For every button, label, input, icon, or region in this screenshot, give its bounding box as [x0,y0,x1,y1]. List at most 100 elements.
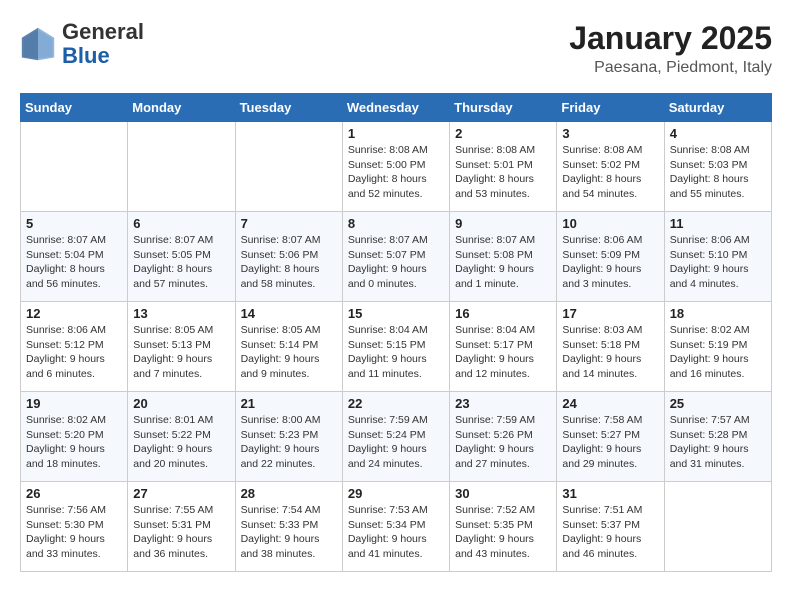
day-info: Sunrise: 8:02 AM Sunset: 5:20 PM Dayligh… [26,413,122,472]
weekday-header: Wednesday [342,94,449,122]
day-info: Sunrise: 8:07 AM Sunset: 5:07 PM Dayligh… [348,233,444,292]
day-info: Sunrise: 8:00 AM Sunset: 5:23 PM Dayligh… [241,413,337,472]
day-number: 10 [562,216,658,231]
calendar-cell: 29Sunrise: 7:53 AM Sunset: 5:34 PM Dayli… [342,482,449,572]
day-info: Sunrise: 7:51 AM Sunset: 5:37 PM Dayligh… [562,503,658,562]
calendar-cell: 19 Sunrise: 8:02 AM Sunset: 5:20 PM Dayli… [21,392,128,482]
day-number: 19 [26,396,122,411]
day-number: 22 [348,396,444,411]
calendar-cell: 3 Sunrise: 8:08 AM Sunset: 5:02 PM Daylig… [557,122,664,212]
day-info: Sunrise: 7:57 AM Sunset: 5:28 PM Dayligh… [670,413,766,472]
calendar-cell: 21 Sunrise: 8:00 AM Sunset: 5:23 PM Dayli… [235,392,342,482]
day-info: Sunrise: 8:06 AM Sunset: 5:12 PM Dayligh… [26,323,122,382]
calendar-cell: 31 Sunrise: 7:51 AM Sunset: 5:37 PM Dayli… [557,482,664,572]
calendar-cell [664,482,771,572]
calendar-cell: 5 Sunrise: 8:07 AM Sunset: 5:04 PM Daylig… [21,212,128,302]
weekday-header: Tuesday [235,94,342,122]
calendar-cell: 24 Sunrise: 7:58 AM Sunset: 5:27 PM Dayli… [557,392,664,482]
calendar-table: SundayMondayTuesdayWednesdayThursdayFrid… [20,93,772,572]
calendar-cell: 7 Sunrise: 8:07 AM Sunset: 5:06 PM Daylig… [235,212,342,302]
day-number: 23 [455,396,551,411]
weekday-header: Sunday [21,94,128,122]
calendar-cell [235,122,342,212]
day-number: 29 [348,486,444,501]
day-info: Sunrise: 8:07 AM Sunset: 5:06 PM Dayligh… [241,233,337,292]
day-info: Sunrise: 7:59 AM Sunset: 5:26 PM Dayligh… [455,413,551,472]
calendar-cell: 28 Sunrise: 7:54 AM Sunset: 5:33 PM Dayli… [235,482,342,572]
day-info: Sunrise: 8:08 AM Sunset: 5:02 PM Dayligh… [562,143,658,202]
calendar-cell: 18 Sunrise: 8:02 AM Sunset: 5:19 PM Dayli… [664,302,771,392]
calendar-cell: 16 Sunrise: 8:04 AM Sunset: 5:17 PM Dayli… [450,302,557,392]
calendar-cell: 1 Sunrise: 8:08 AM Sunset: 5:00 PM Daylig… [342,122,449,212]
calendar-cell [128,122,235,212]
calendar-cell: 4 Sunrise: 8:08 AM Sunset: 5:03 PM Daylig… [664,122,771,212]
calendar-week-row: 1 Sunrise: 8:08 AM Sunset: 5:00 PM Daylig… [21,122,772,212]
day-number: 13 [133,306,229,321]
day-info: Sunrise: 8:07 AM Sunset: 5:05 PM Dayligh… [133,233,229,292]
day-info: Sunrise: 8:01 AM Sunset: 5:22 PM Dayligh… [133,413,229,472]
weekday-header: Monday [128,94,235,122]
day-number: 24 [562,396,658,411]
day-number: 6 [133,216,229,231]
day-info: Sunrise: 8:06 AM Sunset: 5:09 PM Dayligh… [562,233,658,292]
day-info: Sunrise: 8:05 AM Sunset: 5:14 PM Dayligh… [241,323,337,382]
day-info: Sunrise: 8:02 AM Sunset: 5:19 PM Dayligh… [670,323,766,382]
day-number: 1 [348,126,444,141]
day-number: 17 [562,306,658,321]
logo: General Blue [20,20,144,68]
calendar-week-row: 5 Sunrise: 8:07 AM Sunset: 5:04 PM Daylig… [21,212,772,302]
location: Paesana, Piedmont, Italy [569,59,772,77]
day-number: 31 [562,486,658,501]
calendar-cell: 8 Sunrise: 8:07 AM Sunset: 5:07 PM Daylig… [342,212,449,302]
calendar-week-row: 12 Sunrise: 8:06 AM Sunset: 5:12 PM Dayli… [21,302,772,392]
day-number: 30 [455,486,551,501]
calendar-cell: 15Sunrise: 8:04 AM Sunset: 5:15 PM Dayli… [342,302,449,392]
day-info: Sunrise: 7:55 AM Sunset: 5:31 PM Dayligh… [133,503,229,562]
month-year: January 2025 [569,20,772,57]
calendar-cell: 23 Sunrise: 7:59 AM Sunset: 5:26 PM Dayli… [450,392,557,482]
weekday-header: Friday [557,94,664,122]
day-info: Sunrise: 7:58 AM Sunset: 5:27 PM Dayligh… [562,413,658,472]
day-number: 5 [26,216,122,231]
weekday-header-row: SundayMondayTuesdayWednesdayThursdayFrid… [21,94,772,122]
calendar-cell: 17 Sunrise: 8:03 AM Sunset: 5:18 PM Dayli… [557,302,664,392]
day-info: Sunrise: 8:04 AM Sunset: 5:15 PM Dayligh… [348,323,444,382]
calendar-cell: 9Sunrise: 8:07 AM Sunset: 5:08 PM Daylig… [450,212,557,302]
day-number: 11 [670,216,766,231]
logo-text: General Blue [62,20,144,68]
day-number: 27 [133,486,229,501]
day-number: 18 [670,306,766,321]
weekday-header: Saturday [664,94,771,122]
calendar-cell: 13 Sunrise: 8:05 AM Sunset: 5:13 PM Dayli… [128,302,235,392]
day-number: 20 [133,396,229,411]
day-info: Sunrise: 7:59 AM Sunset: 5:24 PM Dayligh… [348,413,444,472]
day-info: Sunrise: 8:08 AM Sunset: 5:03 PM Dayligh… [670,143,766,202]
calendar-cell: 20 Sunrise: 8:01 AM Sunset: 5:22 PM Dayli… [128,392,235,482]
day-number: 12 [26,306,122,321]
day-info: Sunrise: 7:56 AM Sunset: 5:30 PM Dayligh… [26,503,122,562]
day-number: 21 [241,396,337,411]
day-number: 28 [241,486,337,501]
day-info: Sunrise: 8:08 AM Sunset: 5:00 PM Dayligh… [348,143,444,202]
calendar-cell: 10 Sunrise: 8:06 AM Sunset: 5:09 PM Dayli… [557,212,664,302]
calendar-cell: 2Sunrise: 8:08 AM Sunset: 5:01 PM Daylig… [450,122,557,212]
day-info: Sunrise: 8:04 AM Sunset: 5:17 PM Dayligh… [455,323,551,382]
page-header: General Blue January 2025 Paesana, Piedm… [20,20,772,77]
day-info: Sunrise: 8:07 AM Sunset: 5:04 PM Dayligh… [26,233,122,292]
calendar-cell: 6 Sunrise: 8:07 AM Sunset: 5:05 PM Daylig… [128,212,235,302]
day-number: 4 [670,126,766,141]
calendar-cell: 27 Sunrise: 7:55 AM Sunset: 5:31 PM Dayli… [128,482,235,572]
calendar-cell: 30Sunrise: 7:52 AM Sunset: 5:35 PM Dayli… [450,482,557,572]
day-number: 16 [455,306,551,321]
day-number: 8 [348,216,444,231]
calendar-week-row: 19 Sunrise: 8:02 AM Sunset: 5:20 PM Dayli… [21,392,772,482]
day-number: 2 [455,126,551,141]
day-info: Sunrise: 7:54 AM Sunset: 5:33 PM Dayligh… [241,503,337,562]
day-number: 7 [241,216,337,231]
calendar-cell: 12 Sunrise: 8:06 AM Sunset: 5:12 PM Dayli… [21,302,128,392]
day-number: 3 [562,126,658,141]
day-info: Sunrise: 8:05 AM Sunset: 5:13 PM Dayligh… [133,323,229,382]
calendar-week-row: 26Sunrise: 7:56 AM Sunset: 5:30 PM Dayli… [21,482,772,572]
calendar-cell: 22 Sunrise: 7:59 AM Sunset: 5:24 PM Dayli… [342,392,449,482]
day-info: Sunrise: 8:03 AM Sunset: 5:18 PM Dayligh… [562,323,658,382]
